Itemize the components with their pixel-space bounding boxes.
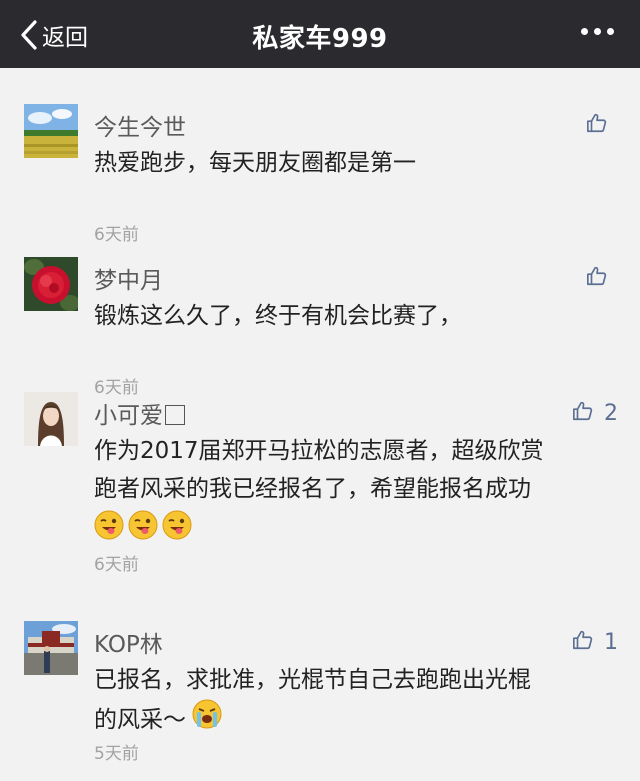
like-button[interactable]: 2 <box>572 400 618 426</box>
wink-tongue-emoji-icon <box>94 510 124 544</box>
comment-line: 作为2017届郑开马拉松的志愿者，超级欣赏 <box>94 438 544 464</box>
like-button[interactable]: 1 <box>572 629 618 655</box>
thumbs-up-icon <box>586 112 608 138</box>
like-count: 1 <box>604 629 618 655</box>
comment-time: 6天前 <box>94 555 139 575</box>
comment-text: 已报名，求批准，光棍节自己去跑跑出光棍 的风采～ <box>94 661 614 741</box>
wink-tongue-emoji-icon <box>162 510 192 544</box>
thumbs-up-icon <box>572 400 594 426</box>
landscape-field-avatar[interactable] <box>24 104 78 158</box>
commenter-name[interactable]: KOP林 <box>94 625 163 659</box>
palace-photo-avatar[interactable] <box>24 621 78 675</box>
thumbs-up-icon <box>586 265 608 291</box>
comment-item: KOP林 1 已报名，求批准，光棍节自己去跑跑出光棍 的风采～ 5天前 <box>0 621 640 781</box>
comment-line: 跑者风采的我已经报名了，希望能报名成功 <box>94 476 531 502</box>
comment-time: 6天前 <box>94 225 139 245</box>
comment-item: 梦中月 锻炼这么久了，终于有机会比赛了， 6天前 <box>0 257 640 407</box>
page-title: 私家车999 <box>252 24 388 54</box>
wink-tongue-emoji-icon <box>128 510 158 544</box>
crying-emoji-icon <box>192 699 222 741</box>
comment-text: 热爱跑步，每天朋友圈都是第一 <box>94 144 614 182</box>
red-flower-avatar[interactable] <box>24 257 78 311</box>
comment-line: 已报名，求批准，光棍节自己去跑跑出光棍 <box>94 667 531 693</box>
commenter-name[interactable]: 今生今世 <box>94 108 186 142</box>
like-button[interactable] <box>586 265 618 291</box>
emoji-row <box>94 510 192 544</box>
commenter-name[interactable]: 小可爱 <box>94 396 185 430</box>
comment-text: 作为2017届郑开马拉松的志愿者，超级欣赏 跑者风采的我已经报名了，希望能报名成… <box>94 432 614 508</box>
more-dots-icon[interactable] <box>581 28 614 35</box>
comment-text: 锻炼这么久了，终于有机会比赛了， <box>94 297 614 335</box>
comment-line-text: 的风采～ <box>94 707 186 733</box>
like-button[interactable] <box>586 112 618 138</box>
comment-line: 的风采～ <box>94 699 614 741</box>
comment-line: 锻炼这么久了，终于有机会比赛了， <box>94 303 462 329</box>
comment-item: 小可爱 2 作为2017届郑开马拉松的志愿者，超级欣赏 跑者风采的我已经报名了，… <box>0 392 640 612</box>
comment-item: 今生今世 热爱跑步，每天朋友圈都是第一 6天前 <box>0 104 640 254</box>
comment-line: 热爱跑步，每天朋友圈都是第一 <box>94 150 416 176</box>
like-count: 2 <box>604 400 618 426</box>
girl-portrait-avatar[interactable] <box>24 392 78 446</box>
top-bar: 返回 私家车999 <box>0 0 640 68</box>
box-glyph-icon <box>165 405 185 425</box>
commenter-name[interactable]: 梦中月 <box>94 261 163 295</box>
thumbs-up-icon <box>572 629 594 655</box>
comment-time: 5天前 <box>94 744 139 764</box>
commenter-name-text: 小可爱 <box>94 403 163 429</box>
